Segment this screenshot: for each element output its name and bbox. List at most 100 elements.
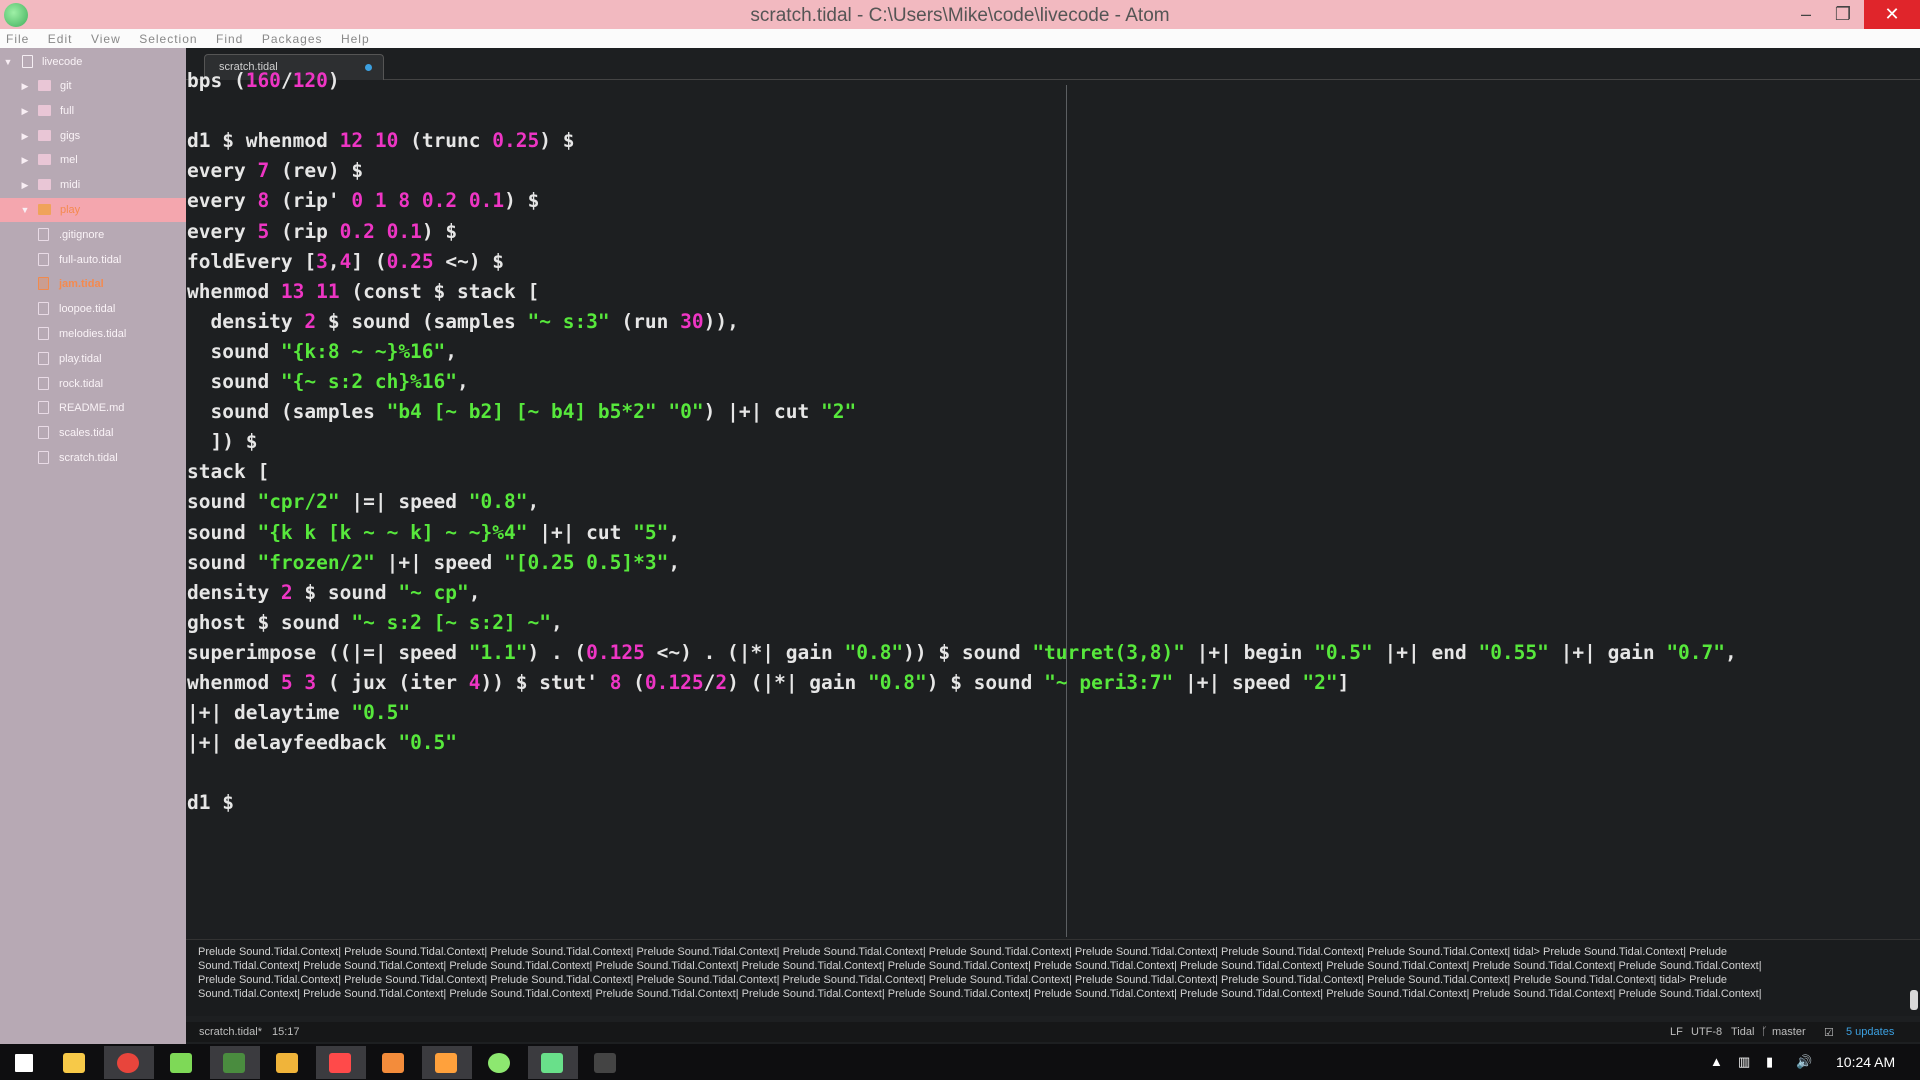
taskbar: ▲ ▥ ▮ 🔊 10:24 AM xyxy=(0,1044,1920,1080)
console-scrollbar[interactable] xyxy=(1910,990,1918,1010)
code-token: sound xyxy=(187,520,258,544)
chevron-right-icon[interactable]: ▶ xyxy=(20,148,30,172)
volume-icon[interactable]: 🔊 xyxy=(1796,1054,1812,1070)
chevron-right-icon[interactable]: ▶ xyxy=(20,173,30,197)
code-token: / xyxy=(703,671,716,694)
tree-item-label: mel xyxy=(60,154,78,167)
status-updates[interactable]: 5 updates xyxy=(1846,1026,1894,1038)
menu-help[interactable]: Help xyxy=(335,29,378,46)
taskbar-sublime-button[interactable] xyxy=(316,1046,366,1079)
number-token: 12 xyxy=(339,129,364,153)
tree-item[interactable]: melodies.tidal xyxy=(0,322,186,346)
menu-view[interactable]: View xyxy=(85,29,129,46)
taskbar-start-button[interactable] xyxy=(0,1046,50,1079)
menu-packages[interactable]: Packages xyxy=(256,29,331,46)
code-token: , xyxy=(445,339,458,363)
menu-find[interactable]: Find xyxy=(210,29,251,46)
tree-item[interactable]: play.tidal xyxy=(0,347,186,371)
console-line: Prelude Sound.Tidal.Context| Prelude Sou… xyxy=(198,946,1728,958)
tree-item[interactable]: jam.tidal xyxy=(0,272,186,296)
menu-edit[interactable]: Edit xyxy=(42,29,81,46)
tree-item[interactable]: ▶ gigs xyxy=(0,124,186,148)
string-token: "0.8" xyxy=(468,490,528,514)
taskbar-pidgin-button[interactable] xyxy=(263,1046,313,1079)
chevron-right-icon[interactable]: ▶ xyxy=(20,99,30,123)
code-line: sound "{~ s:2 ch}%16", xyxy=(187,367,468,397)
chevron-right-icon[interactable]: ▶ xyxy=(20,124,30,148)
code-token: (rip' xyxy=(269,189,352,213)
code-token: every xyxy=(187,189,258,213)
status-cursor-position[interactable]: 15:17 xyxy=(272,1026,300,1038)
tree-item[interactable]: ▶ git xyxy=(0,74,186,98)
status-git-branch[interactable]: master xyxy=(1772,1026,1806,1038)
code-line: sound "cpr/2" |=| speed "0.8", xyxy=(187,487,539,517)
folder-icon xyxy=(38,104,51,116)
code-editor[interactable]: bps (160/120) d1 $ whenmod 12 10 (trunc 0… xyxy=(186,69,1920,939)
number-token: 8 xyxy=(609,671,622,694)
modified-indicator-icon[interactable] xyxy=(365,64,372,71)
menu-file[interactable]: File xyxy=(0,29,37,46)
code-token: whenmod xyxy=(187,279,281,303)
taskbar-obs-button[interactable] xyxy=(581,1046,631,1079)
tree-item[interactable]: ▼ play xyxy=(0,198,186,222)
taskbar-app-button[interactable] xyxy=(369,1046,419,1079)
string-token: "1.1" xyxy=(468,640,528,664)
code-token: |+| speed xyxy=(1173,671,1303,694)
taskbar-clock[interactable]: 10:24 AM xyxy=(1836,1054,1895,1070)
status-encoding[interactable]: UTF-8 xyxy=(1691,1026,1722,1038)
tree-root[interactable]: ▼ livecode xyxy=(0,50,186,74)
tree-item[interactable]: rock.tidal xyxy=(0,372,186,396)
console-line: Sound.Tidal.Context| Prelude Sound.Tidal… xyxy=(198,960,1762,972)
network-icon[interactable]: ▥ xyxy=(1738,1054,1750,1070)
code-token: |+| gain xyxy=(1548,640,1667,664)
string-token: "~ peri3:7" xyxy=(1044,671,1174,694)
tree-item[interactable]: ▶ midi xyxy=(0,173,186,197)
chrome-icon xyxy=(117,1053,139,1073)
menu-selection[interactable]: Selection xyxy=(133,29,205,46)
tree-item[interactable]: scales.tidal xyxy=(0,421,186,445)
code-token: ) $ xyxy=(539,129,575,153)
chevron-right-icon[interactable]: ▶ xyxy=(20,74,30,98)
taskbar-atom-alt-button[interactable] xyxy=(528,1046,578,1079)
close-button[interactable]: ✕ xyxy=(1864,0,1920,29)
taskbar-chrome-button[interactable] xyxy=(104,1046,154,1079)
status-file-name[interactable]: scratch.tidal* xyxy=(199,1026,262,1038)
chevron-down-icon[interactable]: ▼ xyxy=(3,50,13,74)
tray-chevron-icon[interactable]: ▲ xyxy=(1710,1054,1723,1069)
status-grammar[interactable]: Tidal xyxy=(1731,1026,1754,1038)
code-token: |=| speed xyxy=(339,490,469,514)
status-line-ending[interactable]: LF xyxy=(1670,1026,1683,1038)
number-token: 0.1 xyxy=(386,219,422,243)
maximize-button[interactable]: ❐ xyxy=(1820,0,1866,29)
taskbar-terminal-button[interactable] xyxy=(210,1046,260,1079)
string-token: "2" xyxy=(821,400,857,424)
tree-item[interactable]: ▶ mel xyxy=(0,148,186,172)
taskbar-atom-button[interactable] xyxy=(475,1046,525,1079)
tree-item[interactable]: README.md xyxy=(0,396,186,420)
sublime-icon xyxy=(329,1053,351,1073)
taskbar-minecraft-button[interactable] xyxy=(157,1046,207,1079)
code-line: density 2 $ sound "~ cp", xyxy=(187,578,481,608)
tree-item-label: full-auto.tidal xyxy=(59,253,122,266)
string-token: "cpr/2" xyxy=(257,490,340,514)
number-token: 0.1 xyxy=(468,189,505,213)
taskbar-firefox-button[interactable] xyxy=(422,1046,472,1079)
code-line: bps (160/120) xyxy=(187,66,340,96)
file-icon xyxy=(38,277,49,291)
number-token: 0.25 xyxy=(492,129,540,153)
code-line: foldEvery [3,4] (0.25 <~) $ xyxy=(187,247,504,277)
tidal-console[interactable]: Prelude Sound.Tidal.Context| Prelude Sou… xyxy=(186,939,1920,1016)
tree-item[interactable]: scratch.tidal xyxy=(0,446,186,470)
chevron-down-icon[interactable]: ▼ xyxy=(20,198,30,222)
tree-item-label: loopoe.tidal xyxy=(59,303,116,316)
tree-item[interactable]: ▶ full xyxy=(0,99,186,123)
tree-item[interactable]: full-auto.tidal xyxy=(0,248,186,272)
taskbar-explorer-button[interactable] xyxy=(50,1046,100,1079)
tree-item[interactable]: loopoe.tidal xyxy=(0,297,186,321)
signal-icon[interactable]: ▮ xyxy=(1766,1054,1773,1070)
checkbox-icon[interactable]: ☑ xyxy=(1824,1026,1834,1039)
tree-item[interactable]: .gitignore xyxy=(0,223,186,247)
